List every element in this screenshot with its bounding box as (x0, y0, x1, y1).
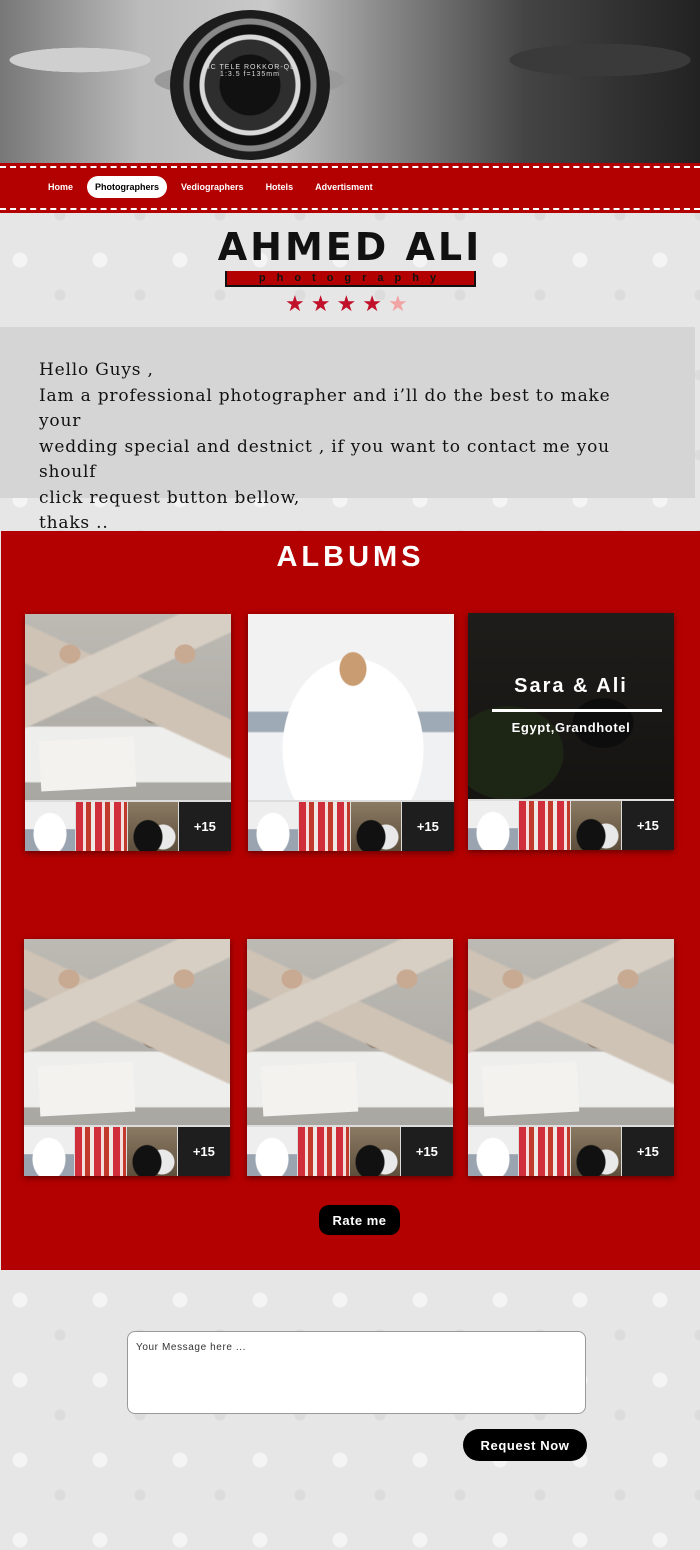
more-photos-button[interactable]: +15 (178, 802, 231, 851)
album-card[interactable]: +15 (248, 614, 454, 851)
star-empty-icon: ★ (387, 291, 408, 316)
photographer-brand: AHMED ALI photography (0, 226, 700, 287)
album-cover[interactable] (248, 614, 454, 800)
star-icon: ★ (285, 291, 305, 316)
albums-title: ALBUMS (276, 541, 425, 573)
request-now-button[interactable]: Request Now (463, 1429, 587, 1461)
thumb-groom[interactable] (349, 1127, 400, 1176)
nav-photographers[interactable]: Photographers (87, 176, 168, 198)
nav-hotels[interactable]: Hotels (258, 176, 302, 198)
invitation-card-image (481, 1061, 580, 1117)
photographer-tagline: photography (224, 271, 476, 287)
intro-line: wedding special and destnict , if you wa… (39, 436, 610, 483)
star-icon: ★ (336, 291, 357, 316)
thumb-bridesmaids[interactable] (76, 802, 127, 851)
album-thumbnails: +15 (468, 801, 674, 850)
more-photos-button[interactable]: +15 (621, 801, 674, 850)
rating-stars: ★ ★ ★ ★ ★ (285, 292, 408, 316)
camera-lens-image (170, 10, 330, 160)
thumb-groom[interactable] (350, 802, 401, 851)
hero-banner (0, 0, 700, 168)
star-icon: ★ (310, 291, 331, 316)
rate-me-button[interactable]: Rate me (319, 1205, 400, 1235)
more-photos-button[interactable]: +15 (621, 1127, 674, 1176)
thumb-bride[interactable] (468, 1127, 519, 1176)
intro-line: Iam a professional photographer and i’ll… (39, 385, 611, 432)
message-input[interactable] (127, 1331, 586, 1414)
invitation-card-image (37, 1061, 136, 1117)
intro-message: Hello Guys , Iam a professional photogra… (0, 327, 695, 533)
thumb-bridesmaids[interactable] (299, 802, 350, 851)
album-card-hovered[interactable]: Sara & Ali Egypt,Grandhotel +15 (468, 613, 674, 850)
more-photos-button[interactable]: +15 (401, 802, 454, 851)
intro-line: Hello Guys , (39, 360, 154, 380)
album-thumbnails: +15 (248, 802, 454, 851)
album-cover[interactable] (25, 614, 231, 800)
album-cover[interactable] (247, 939, 453, 1125)
album-cover[interactable]: Sara & Ali Egypt,Grandhotel (468, 613, 674, 799)
star-icon: ★ (362, 291, 382, 316)
thumb-bridesmaids[interactable] (519, 801, 570, 850)
thumb-groom[interactable] (127, 802, 178, 851)
album-thumbnails: +15 (24, 1127, 230, 1176)
bride-photo (248, 614, 454, 800)
album-hover-overlay: Sara & Ali Egypt,Grandhotel (468, 613, 674, 799)
album-cover[interactable] (468, 939, 674, 1125)
main-nav: Home Photographers Vediographers Hotels … (0, 163, 700, 213)
thumb-groom[interactable] (570, 1127, 621, 1176)
thumb-groom[interactable] (126, 1127, 177, 1176)
thumb-bride[interactable] (468, 801, 519, 850)
thumb-bridesmaids[interactable] (519, 1127, 570, 1176)
album-card[interactable]: +15 (25, 614, 231, 851)
overlay-divider (492, 709, 662, 712)
photographer-name: AHMED ALI (217, 225, 483, 269)
nav-advertisment[interactable]: Advertisment (307, 176, 381, 198)
album-location: Egypt,Grandhotel (511, 720, 631, 735)
albums-section: ALBUMS +15 +15 Sara & Ali Egypt,Grandhot… (1, 531, 700, 1270)
thumb-bride[interactable] (247, 1127, 298, 1176)
album-cover[interactable] (24, 939, 230, 1125)
nav-home[interactable]: Home (40, 176, 81, 198)
album-card[interactable]: +15 (468, 939, 674, 1176)
thumb-bride[interactable] (25, 802, 76, 851)
album-couple-name: Sara & Ali (514, 675, 628, 697)
album-card[interactable]: +15 (24, 939, 230, 1176)
nav-vediographers[interactable]: Vediographers (173, 176, 252, 198)
album-thumbnails: +15 (468, 1127, 674, 1176)
thumb-bride[interactable] (24, 1127, 75, 1176)
invitation-card-image (260, 1061, 359, 1117)
thumb-bridesmaids[interactable] (298, 1127, 349, 1176)
album-thumbnails: +15 (25, 802, 231, 851)
album-thumbnails: +15 (247, 1127, 453, 1176)
thumb-groom[interactable] (570, 801, 621, 850)
lens-engraving: MC TELE ROKKOR-QD 1:3.5 f=135mm (203, 64, 297, 78)
invitation-card-image (38, 736, 137, 792)
more-photos-button[interactable]: +15 (400, 1127, 453, 1176)
more-photos-button[interactable]: +15 (177, 1127, 230, 1176)
thumb-bride[interactable] (248, 802, 299, 851)
album-card[interactable]: +15 (247, 939, 453, 1176)
intro-line: click request button bellow, (39, 487, 301, 508)
thumb-bridesmaids[interactable] (75, 1127, 126, 1176)
